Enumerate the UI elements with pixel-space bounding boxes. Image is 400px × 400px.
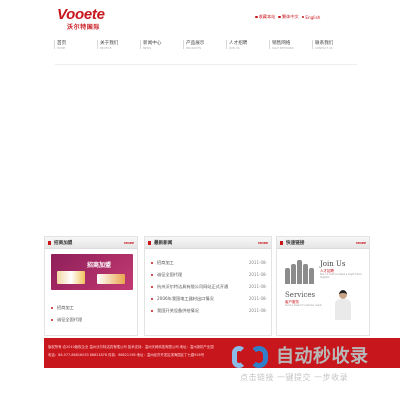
services-link[interactable]: Services bbox=[285, 291, 315, 299]
news-item[interactable]: 杭州沃尔特洁具有限公司网站正式开通 2011-08- bbox=[151, 284, 267, 296]
more-link[interactable]: MORE bbox=[258, 241, 268, 245]
bullet-icon bbox=[255, 15, 258, 19]
logo[interactable]: Vooete 沃尔特国际 bbox=[57, 7, 117, 33]
watermark: 自动秒收录 点击链接 一键提交 一步收录 bbox=[230, 340, 400, 386]
news-date: 2011-08- bbox=[248, 308, 267, 313]
nav-item-profile[interactable]: 关于我们 PROFILE bbox=[97, 38, 138, 62]
panel-title: 快速链接 bbox=[286, 241, 305, 246]
news-panel: 最新新闻 MORE 招商加工 2011-08- 诚征全国代理 2011-08- 杭州… bbox=[144, 236, 272, 336]
join-promo-image[interactable]: 招商加盟 bbox=[51, 254, 133, 290]
panel-header: 快速链接 MORE bbox=[277, 237, 369, 249]
people-illustration bbox=[284, 256, 316, 284]
panel-header: 招商加盟 MORE bbox=[45, 237, 137, 249]
watermark-brand: 自动秒收录 bbox=[276, 346, 369, 367]
services-description: Service ahead of customer needs bbox=[285, 304, 322, 307]
quick-links-body: Join Us 人才招聘 Rely on Youth to Shape a br… bbox=[282, 254, 366, 328]
footer-copyright: 版权所有:合2010版权企业 温州沃尔特洁具有限公司 技术支持：温州天网科技有限… bbox=[48, 345, 214, 349]
marker-icon bbox=[148, 241, 151, 245]
list-item[interactable]: 诚征全国代理 bbox=[51, 317, 131, 329]
news-item[interactable]: 我国开关设备供给情况 2011-08- bbox=[151, 308, 267, 320]
news-item[interactable]: 2006年我国电工器材出口情况 2011-08- bbox=[151, 296, 267, 308]
product-box-image bbox=[57, 271, 85, 284]
join-panel: 招商加盟 MORE 招商加盟 招商加工 诚征全国代理 bbox=[44, 236, 138, 336]
join-us-link[interactable]: Join Us bbox=[320, 260, 345, 268]
nav-item-sale-network[interactable]: 销售网络 SALE NETWORK bbox=[269, 38, 310, 62]
join-list: 招商加工 诚征全国代理 bbox=[51, 305, 131, 329]
marker-icon bbox=[280, 241, 283, 245]
news-date: 2011-08- bbox=[248, 272, 267, 277]
panel-title: 招商加盟 bbox=[54, 241, 73, 246]
news-item[interactable]: 招商加工 2011-08- bbox=[151, 260, 267, 272]
news-date: 2011-08- bbox=[248, 284, 267, 289]
traditional-chinese-link[interactable]: 繁体中文 bbox=[278, 14, 299, 20]
promo-text: 招商加盟 bbox=[87, 262, 112, 269]
panel-title: 最新新闻 bbox=[154, 241, 173, 246]
join-us-description: Rely on Youth to Shape a bright future t… bbox=[320, 273, 362, 279]
more-link[interactable]: MORE bbox=[124, 241, 134, 245]
footer-contact: 电话：86-577-86816033 86821878 传真：86821198 … bbox=[48, 353, 205, 357]
nav-item-news[interactable]: 新闻中心 NEWS bbox=[140, 38, 181, 62]
hero-banner bbox=[55, 64, 357, 232]
nav-item-join[interactable]: 人才招聘 JOIN US bbox=[226, 38, 267, 62]
english-link[interactable]: English bbox=[301, 14, 320, 20]
news-date: 2011-08- bbox=[248, 260, 267, 265]
news-list: 招商加工 2011-08- 诚征全国代理 2011-08- 杭州沃尔特洁具有限公司网… bbox=[151, 260, 267, 320]
nav-item-home[interactable]: 首页 HOME bbox=[54, 38, 95, 62]
panel-header: 最新新闻 MORE bbox=[145, 237, 271, 249]
nav-item-products[interactable]: 产品展示 PRODUCTS bbox=[183, 38, 224, 62]
list-item[interactable]: 招商加工 bbox=[51, 305, 131, 317]
top-links: 收藏本站 繁体中文 English bbox=[255, 14, 320, 20]
news-date: 2011-08- bbox=[248, 296, 267, 301]
bullet-icon bbox=[278, 15, 281, 19]
quick-links-panel: 快速链接 MORE Join Us 人才招聘 Rely on Youth to … bbox=[276, 236, 370, 336]
bullet-icon bbox=[301, 15, 305, 19]
watermark-tagline: 点击链接 一键提交 一步收录 bbox=[240, 373, 349, 382]
marker-icon bbox=[48, 241, 51, 245]
more-link[interactable]: MORE bbox=[356, 241, 366, 245]
service-agent-image bbox=[335, 290, 351, 320]
page: Vooete 沃尔特国际 收藏本站 繁体中文 English 首页 HOME 关于… bbox=[0, 0, 400, 400]
news-item[interactable]: 诚征全国代理 2011-08- bbox=[151, 272, 267, 284]
main-nav: 首页 HOME 关于我们 PROFILE 新闻中心 NEWS 产品展示 PRODUCTS… bbox=[54, 38, 357, 62]
watermark-logo-icon bbox=[230, 342, 272, 372]
product-box-image bbox=[97, 274, 125, 284]
nav-item-contact[interactable]: 联系我们 CONTACT US bbox=[312, 38, 353, 62]
bookmark-link[interactable]: 收藏本站 bbox=[255, 14, 275, 20]
logo-wordmark: Vooete bbox=[57, 6, 105, 23]
logo-subtitle: 沃尔特国际 bbox=[67, 24, 101, 31]
